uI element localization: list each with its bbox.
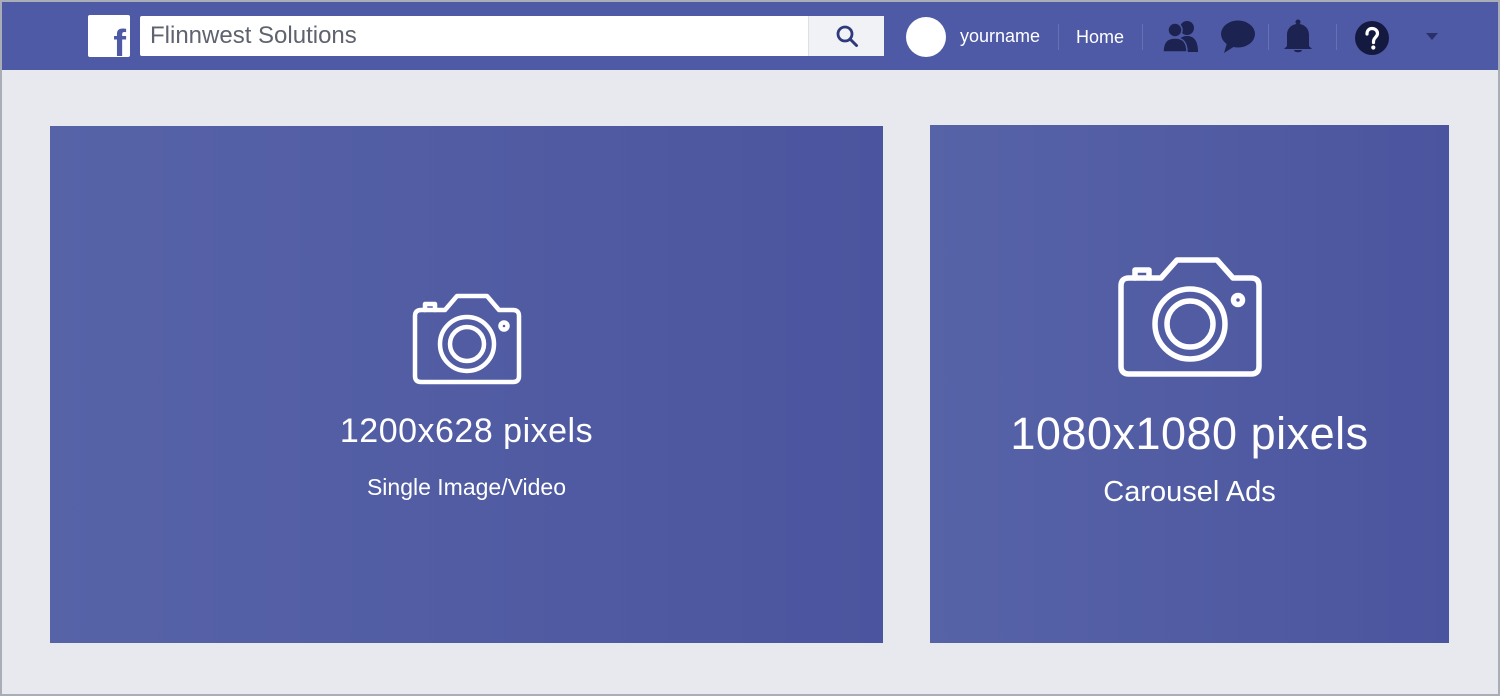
divider xyxy=(1058,24,1059,50)
friends-icon xyxy=(1162,21,1198,53)
notifications-button[interactable] xyxy=(1280,17,1316,55)
account-menu-dropdown[interactable] xyxy=(1424,30,1440,42)
messages-icon xyxy=(1221,20,1255,53)
profile-username[interactable]: yourname xyxy=(960,26,1040,47)
help-button[interactable] xyxy=(1354,20,1390,56)
home-link[interactable]: Home xyxy=(1076,27,1124,48)
ad-dimensions-label: 1200x628 pixels xyxy=(339,412,594,450)
divider xyxy=(1142,24,1143,50)
ad-format-label: Carousel Ads xyxy=(1103,476,1276,508)
camera-icon xyxy=(412,293,521,385)
search-input[interactable] xyxy=(140,16,804,56)
divider xyxy=(1336,24,1337,50)
notifications-icon xyxy=(1284,19,1312,53)
search-bar xyxy=(140,16,884,56)
dropdown-caret-icon xyxy=(1426,33,1438,40)
messages-button[interactable] xyxy=(1218,18,1258,56)
divider xyxy=(1268,24,1269,50)
single-image-video-ad-panel: 1200x628 pixels Single Image/Video xyxy=(50,126,883,643)
facebook-logo-letter: f xyxy=(113,23,126,57)
search-button[interactable] xyxy=(808,16,884,56)
ad-dimensions-label: 1080x1080 pixels xyxy=(1010,408,1369,459)
carousel-ad-panel: 1080x1080 pixels Carousel Ads xyxy=(930,125,1449,643)
search-icon xyxy=(836,25,858,47)
facebook-logo[interactable]: f xyxy=(88,15,130,57)
help-icon xyxy=(1355,21,1389,55)
friends-button[interactable] xyxy=(1160,18,1202,54)
avatar[interactable] xyxy=(906,17,946,57)
camera-icon xyxy=(1117,257,1262,377)
ad-format-label: Single Image/Video xyxy=(366,474,567,500)
